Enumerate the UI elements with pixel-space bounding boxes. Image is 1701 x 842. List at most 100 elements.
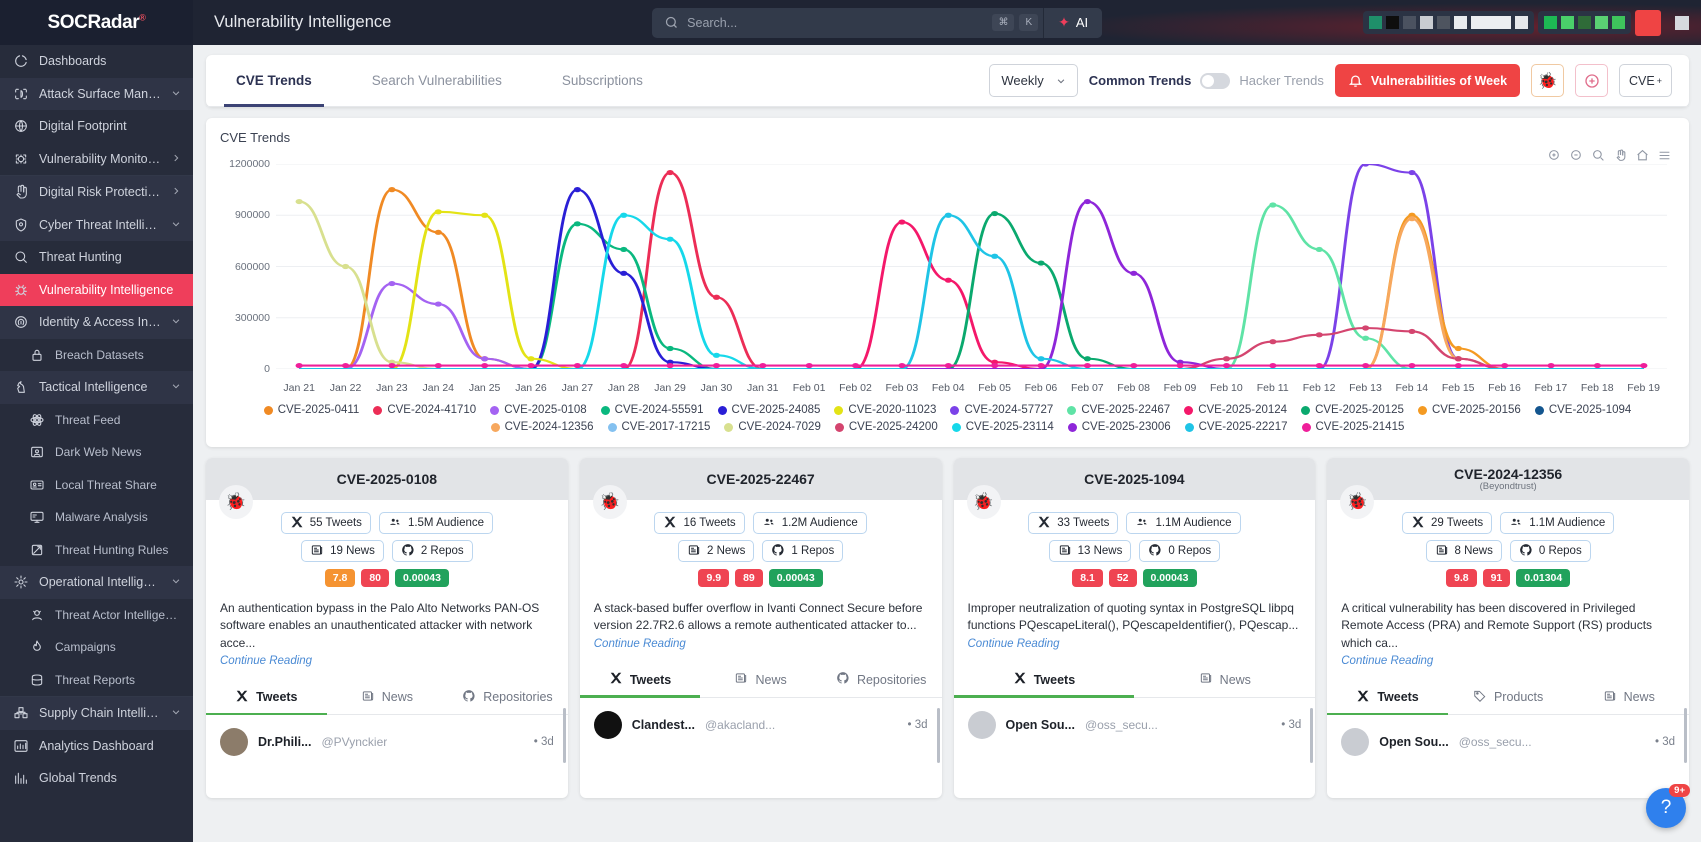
cve-card[interactable]: CVE-2025-0108 🐞 55 Tweets 1.5M Audience … (206, 458, 568, 798)
card-scrollbar[interactable] (1310, 708, 1314, 763)
sidebar-item-operational-intelligence[interactable]: Operational Intelligence (0, 566, 193, 599)
cve-tab-news[interactable]: News (700, 663, 821, 697)
tweet-row[interactable]: Open Sou... @oss_secu... • 3d (1327, 715, 1689, 769)
trends-switch[interactable] (1200, 72, 1231, 89)
cve-tab-tweets[interactable]: Tweets (206, 680, 327, 716)
sidebar-item-attack-surface-management[interactable]: Attack Surface Management (0, 77, 193, 110)
search-bar[interactable]: ⌘ K ✦ AI (652, 7, 1103, 38)
zoom-out-icon[interactable] (1570, 149, 1583, 162)
vulnerabilities-of-week-button[interactable]: Vulnerabilities of Week (1334, 64, 1521, 97)
audience-chip[interactable]: 1.2M Audience (752, 512, 867, 534)
period-select[interactable]: Weekly (989, 64, 1078, 97)
home-reset-icon[interactable] (1636, 149, 1649, 162)
redacted-widget-2[interactable] (1537, 11, 1631, 34)
legend-item[interactable]: CVE-2020-11023 (834, 404, 936, 416)
audience-chip[interactable]: 1.5M Audience (378, 512, 494, 534)
sidebar-item-vulnerability-intelligence[interactable]: Vulnerability Intelligence (0, 273, 193, 306)
bug-filter-button[interactable]: 🐞 (1531, 64, 1565, 97)
repos-chip[interactable]: 0 Repos (1139, 540, 1221, 562)
add-button[interactable] (1575, 64, 1609, 97)
cve-tab-repositories[interactable]: Repositories (821, 663, 942, 697)
legend-item[interactable]: CVE-2025-0411 (263, 404, 359, 416)
tweet-row[interactable]: Clandest... @akacland... • 3d (580, 698, 942, 752)
trends-toggle-group[interactable]: Common Trends Hacker Trends (1089, 72, 1324, 89)
tweet-row[interactable]: Dr.Phili... @PVynckier • 3d (206, 715, 568, 769)
sidebar-item-identity-access-intelligence[interactable]: Identity & Access Intelligence (0, 306, 193, 339)
pan-icon[interactable] (1614, 149, 1627, 162)
sidebar-item-global-trends[interactable]: Global Trends (0, 762, 193, 795)
tab-cve-trends[interactable]: CVE Trends (206, 55, 342, 107)
news-chip[interactable]: 8 News (1425, 540, 1502, 562)
chevron-down-icon[interactable] (171, 315, 181, 329)
card-scrollbar[interactable] (1684, 708, 1687, 763)
cve-card[interactable]: CVE-2024-12356 (Beyondtrust) 🐞 29 Tweets… (1327, 458, 1689, 798)
sidebar-item-analytics-dashboard[interactable]: Analytics Dashboard (0, 730, 193, 763)
cve-tab-repositories[interactable]: Repositories (447, 680, 568, 714)
news-chip[interactable]: 13 News (1048, 540, 1132, 562)
chevron-right-icon[interactable] (171, 185, 181, 199)
repos-chip[interactable]: 0 Repos (1509, 540, 1591, 562)
tab-search-vulnerabilities[interactable]: Search Vulnerabilities (342, 55, 532, 107)
legend-item[interactable]: CVE-2024-7029 (724, 421, 821, 433)
legend-item[interactable]: CVE-2025-22467 (1067, 404, 1170, 416)
sidebar-item-tactical-intelligence[interactable]: Tactical Intelligence (0, 371, 193, 404)
legend-item[interactable]: CVE-2025-21415 (1301, 421, 1404, 433)
sidebar-item-digital-risk-protection[interactable]: Digital Risk Protection (0, 176, 193, 209)
ai-button[interactable]: ✦ AI (1043, 7, 1103, 38)
cve-tab-tweets[interactable]: Tweets (1327, 680, 1448, 716)
sidebar-item-threat-actor-intelligence[interactable]: Threat Actor Intelligence (0, 599, 193, 632)
legend-item[interactable]: CVE-2025-0108 (490, 404, 587, 416)
sidebar-item-local-threat-share[interactable]: Local Threat Share (0, 469, 193, 502)
sidebar-item-threat-hunting-rules[interactable]: Threat Hunting Rules (0, 534, 193, 567)
chevron-down-icon[interactable] (171, 218, 181, 232)
audience-chip[interactable]: 1.1M Audience (1500, 512, 1615, 534)
sidebar-item-malware-analysis[interactable]: Malware Analysis (0, 501, 193, 534)
sidebar-item-digital-footprint[interactable]: Digital Footprint (0, 110, 193, 143)
help-button[interactable]: ? 9+ (1646, 784, 1690, 828)
redacted-alert-block[interactable] (1634, 9, 1661, 36)
search-input[interactable] (687, 15, 993, 30)
legend-item[interactable]: CVE-2024-55591 (600, 404, 704, 416)
cve-tab-news[interactable]: News (1134, 663, 1315, 697)
news-chip[interactable]: 19 News (301, 540, 384, 562)
audience-chip[interactable]: 1.1M Audience (1126, 512, 1241, 534)
menu-icon[interactable] (1658, 149, 1671, 162)
tweets-chip[interactable]: 55 Tweets (280, 512, 371, 534)
legend-item[interactable]: CVE-2024-12356 (490, 421, 594, 433)
sidebar-item-campaigns[interactable]: Campaigns (0, 631, 193, 664)
repos-chip[interactable]: 1 Repos (762, 540, 844, 562)
brand-logo[interactable]: SOCRadar® (0, 0, 193, 45)
chevron-down-icon[interactable] (171, 706, 181, 720)
news-chip[interactable]: 2 News (678, 540, 755, 562)
cve-tab-news[interactable]: News (327, 680, 448, 714)
sidebar-item-vulnerability-monitoring[interactable]: Vulnerability Monitoring (0, 143, 193, 176)
cve-button[interactable]: CVE + (1619, 64, 1672, 97)
legend-item[interactable]: CVE-2025-23006 (1067, 421, 1171, 433)
redacted-widget-1[interactable] (1362, 11, 1534, 34)
sidebar-item-threat-reports[interactable]: Threat Reports (0, 664, 193, 697)
card-scrollbar[interactable] (562, 708, 566, 763)
legend-item[interactable]: CVE-2025-20156 (1417, 404, 1521, 416)
chevron-right-icon[interactable] (171, 152, 181, 166)
legend-item[interactable]: CVE-2024-41710 (373, 404, 476, 416)
sidebar-item-breach-datasets[interactable]: Breach Datasets (0, 339, 193, 372)
chevron-down-icon[interactable] (171, 380, 181, 394)
tweets-chip[interactable]: 16 Tweets (654, 512, 745, 534)
legend-item[interactable]: CVE-2025-24200 (834, 421, 938, 433)
redacted-avatar-block[interactable] (1674, 15, 1689, 30)
card-scrollbar[interactable] (936, 708, 940, 763)
legend-item[interactable]: CVE-2025-23114 (951, 421, 1054, 433)
continue-reading-link[interactable]: Continue Reading (594, 638, 928, 650)
tab-subscriptions[interactable]: Subscriptions (532, 55, 673, 107)
continue-reading-link[interactable]: Continue Reading (1341, 655, 1675, 667)
selection-zoom-icon[interactable] (1592, 149, 1605, 162)
sidebar-item-dashboards[interactable]: Dashboards (0, 45, 193, 78)
cve-tab-products[interactable]: Products (1448, 680, 1569, 714)
cve-tab-tweets[interactable]: Tweets (953, 663, 1135, 698)
chevron-down-icon[interactable] (171, 87, 181, 101)
cve-tab-tweets[interactable]: Tweets (579, 663, 701, 698)
chart-plot[interactable]: 0 300000 600000 900000 1200000 (220, 158, 1675, 379)
legend-item[interactable]: CVE-2025-22217 (1184, 421, 1288, 433)
continue-reading-link[interactable]: Continue Reading (968, 638, 1302, 650)
legend-item[interactable]: CVE-2024-57727 (950, 404, 1053, 416)
